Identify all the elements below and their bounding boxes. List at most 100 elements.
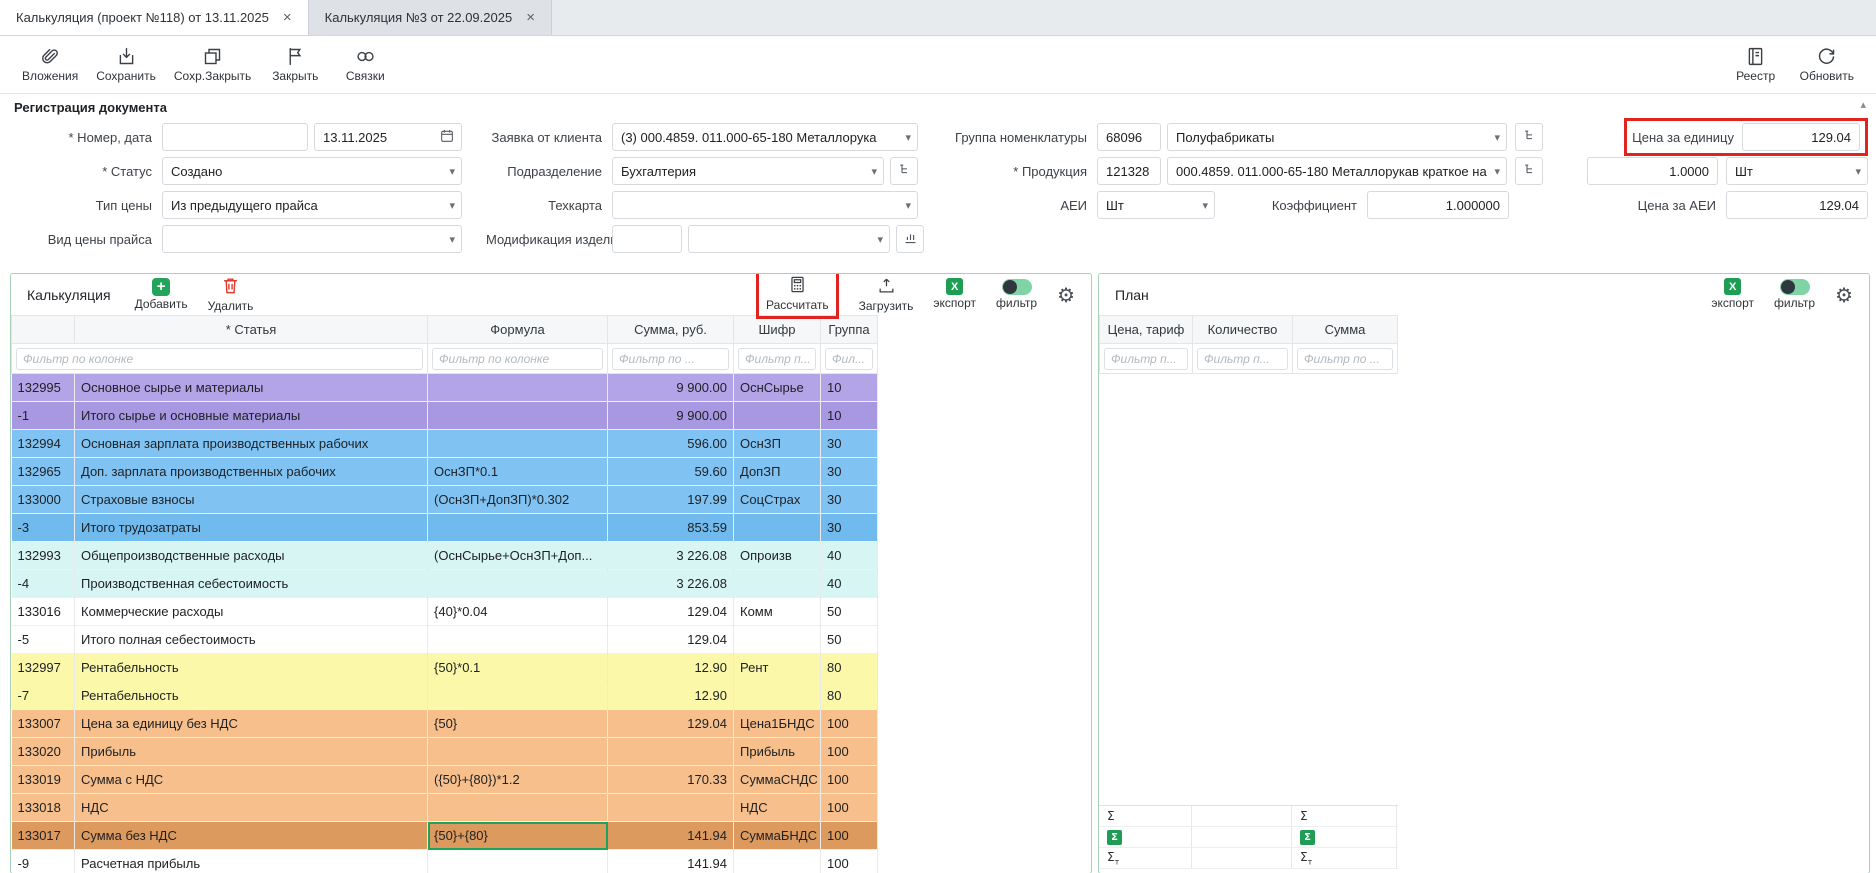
settings-gear-icon[interactable]: ⚙ bbox=[1835, 285, 1853, 305]
cell-sum[interactable]: 141.94 bbox=[608, 850, 734, 873]
calc-table-row[interactable]: -1Итого сырье и основные материалы9 900.… bbox=[12, 402, 878, 430]
cell-formula[interactable] bbox=[428, 374, 608, 402]
cell-sum[interactable]: 9 900.00 bbox=[608, 402, 734, 430]
cell-group[interactable]: 100 bbox=[821, 850, 878, 873]
cell-article[interactable]: Общепроизводственные расходы bbox=[75, 542, 428, 570]
plan-filter-input[interactable] bbox=[1197, 348, 1288, 370]
calc-table-row[interactable]: -4Производственная себестоимость3 226.08… bbox=[12, 570, 878, 598]
collapse-section-icon[interactable]: ▴ bbox=[1860, 98, 1866, 111]
delete-row-button[interactable]: Удалить bbox=[208, 276, 254, 313]
calc-table-row[interactable]: 133018НДСНДС100 bbox=[12, 794, 878, 822]
cell-sum[interactable]: 9 900.00 bbox=[608, 374, 734, 402]
calc-filter-input[interactable] bbox=[825, 348, 873, 370]
cell-group[interactable]: 10 bbox=[821, 402, 878, 430]
cell-id[interactable]: 132965 bbox=[12, 458, 75, 486]
cell-formula[interactable]: ОснЗП*0.1 bbox=[428, 458, 608, 486]
export-button[interactable]: X экспорт bbox=[933, 278, 976, 310]
calc-col-header[interactable]: Группа bbox=[821, 316, 878, 344]
document-date-input[interactable]: 13.11.2025 bbox=[314, 123, 462, 151]
cell-code[interactable] bbox=[734, 626, 821, 654]
cell-formula[interactable] bbox=[428, 682, 608, 710]
add-row-button[interactable]: + Добавить bbox=[135, 278, 188, 311]
cell-id[interactable]: 132997 bbox=[12, 654, 75, 682]
calc-col-header[interactable]: * Статья bbox=[75, 316, 428, 344]
plan-export-button[interactable]: X экспорт bbox=[1711, 278, 1754, 310]
calc-table-row[interactable]: 132995Основное сырье и материалы9 900.00… bbox=[12, 374, 878, 402]
modification-chart-button[interactable] bbox=[896, 225, 924, 253]
cell-formula[interactable] bbox=[428, 514, 608, 542]
cell-article[interactable]: Коммерческие расходы bbox=[75, 598, 428, 626]
cell-group[interactable]: 50 bbox=[821, 626, 878, 654]
cell-sum[interactable]: 197.99 bbox=[608, 486, 734, 514]
cell-group[interactable]: 10 bbox=[821, 374, 878, 402]
client-request-select[interactable]: (3) 000.4859. 011.000-65-180 Металлорука… bbox=[612, 123, 918, 151]
calc-filter-input[interactable] bbox=[612, 348, 729, 370]
cell-id[interactable]: 133017 bbox=[12, 822, 75, 850]
cell-formula[interactable] bbox=[428, 430, 608, 458]
modification-code-input[interactable] bbox=[612, 225, 682, 253]
cell-group[interactable]: 30 bbox=[821, 486, 878, 514]
calc-table-row[interactable]: -5Итого полная себестоимость129.0450 bbox=[12, 626, 878, 654]
document-number-input[interactable] bbox=[162, 123, 308, 151]
cell-id[interactable]: -4 bbox=[12, 570, 75, 598]
save-close-button[interactable]: Сохр.Закрыть bbox=[168, 43, 257, 86]
document-tab[interactable]: Калькуляция №3 от 22.09.2025× bbox=[309, 0, 552, 35]
cell-sum[interactable]: 3 226.08 bbox=[608, 570, 734, 598]
filter-toggle[interactable]: фильтр bbox=[996, 279, 1037, 310]
cell-code[interactable] bbox=[734, 402, 821, 430]
cell-id[interactable]: 133000 bbox=[12, 486, 75, 514]
cell-code[interactable]: ОснСырье bbox=[734, 374, 821, 402]
cell-id[interactable]: -5 bbox=[12, 626, 75, 654]
calc-table-row[interactable]: -7Рентабельность12.9080 bbox=[12, 682, 878, 710]
production-select[interactable]: 000.4859. 011.000-65-180 Металлорукав кр… bbox=[1167, 157, 1507, 185]
unit-price-input[interactable] bbox=[1742, 123, 1860, 151]
cell-formula[interactable]: {50}+{80} bbox=[428, 822, 608, 850]
document-tab[interactable]: Калькуляция (проект №118) от 13.11.2025× bbox=[0, 0, 309, 35]
cell-article[interactable]: Основное сырье и материалы bbox=[75, 374, 428, 402]
cell-id[interactable]: 132993 bbox=[12, 542, 75, 570]
cell-group[interactable]: 100 bbox=[821, 738, 878, 766]
plan-col-header[interactable]: Количество bbox=[1193, 316, 1293, 344]
cell-formula[interactable]: {50}*0.1 bbox=[428, 654, 608, 682]
cell-group[interactable]: 80 bbox=[821, 682, 878, 710]
cell-code[interactable]: СуммаСНДС bbox=[734, 766, 821, 794]
cell-code[interactable]: Комм bbox=[734, 598, 821, 626]
aei-price-input[interactable] bbox=[1726, 191, 1868, 219]
production-hierarchy-button[interactable] bbox=[1515, 157, 1543, 185]
cell-code[interactable]: НДС bbox=[734, 794, 821, 822]
cell-id[interactable]: 133018 bbox=[12, 794, 75, 822]
price-kind-select[interactable]: ▾ bbox=[162, 225, 462, 253]
calc-table-row[interactable]: 132997Рентабельность{50}*0.112.90Рент80 bbox=[12, 654, 878, 682]
cell-id[interactable]: 133019 bbox=[12, 766, 75, 794]
production-code-input[interactable] bbox=[1097, 157, 1161, 185]
cell-sum[interactable]: 170.33 bbox=[608, 766, 734, 794]
cell-code[interactable]: Прибыль bbox=[734, 738, 821, 766]
cell-formula[interactable]: {50} bbox=[428, 710, 608, 738]
refresh-button[interactable]: Обновить bbox=[1794, 43, 1860, 86]
cell-article[interactable]: Расчетная прибыль bbox=[75, 850, 428, 873]
calc-col-header[interactable]: Формула bbox=[428, 316, 608, 344]
cell-group[interactable]: 30 bbox=[821, 430, 878, 458]
cell-group[interactable]: 30 bbox=[821, 458, 878, 486]
cell-code[interactable]: СоцСтрах bbox=[734, 486, 821, 514]
registry-button[interactable]: Реестр bbox=[1724, 43, 1788, 86]
cell-sum[interactable] bbox=[608, 738, 734, 766]
cell-sum[interactable]: 129.04 bbox=[608, 626, 734, 654]
cell-sum[interactable]: 596.00 bbox=[608, 430, 734, 458]
cell-sum[interactable]: 3 226.08 bbox=[608, 542, 734, 570]
cell-sum[interactable]: 59.60 bbox=[608, 458, 734, 486]
cell-code[interactable] bbox=[734, 850, 821, 873]
cell-sum[interactable]: 129.04 bbox=[608, 710, 734, 738]
cell-formula[interactable]: ({50}+{80})*1.2 bbox=[428, 766, 608, 794]
cell-code[interactable] bbox=[734, 514, 821, 542]
cell-code[interactable]: ДопЗП bbox=[734, 458, 821, 486]
cell-sum[interactable]: 853.59 bbox=[608, 514, 734, 542]
cell-formula[interactable] bbox=[428, 402, 608, 430]
cell-article[interactable]: Доп. зарплата производственных рабочих bbox=[75, 458, 428, 486]
cell-code[interactable]: Рент bbox=[734, 654, 821, 682]
cell-id[interactable]: -1 bbox=[12, 402, 75, 430]
cell-group[interactable]: 100 bbox=[821, 710, 878, 738]
modification-select[interactable]: ▾ bbox=[688, 225, 890, 253]
cell-sum[interactable]: 141.94 bbox=[608, 822, 734, 850]
tab-close-icon[interactable]: × bbox=[283, 10, 292, 25]
